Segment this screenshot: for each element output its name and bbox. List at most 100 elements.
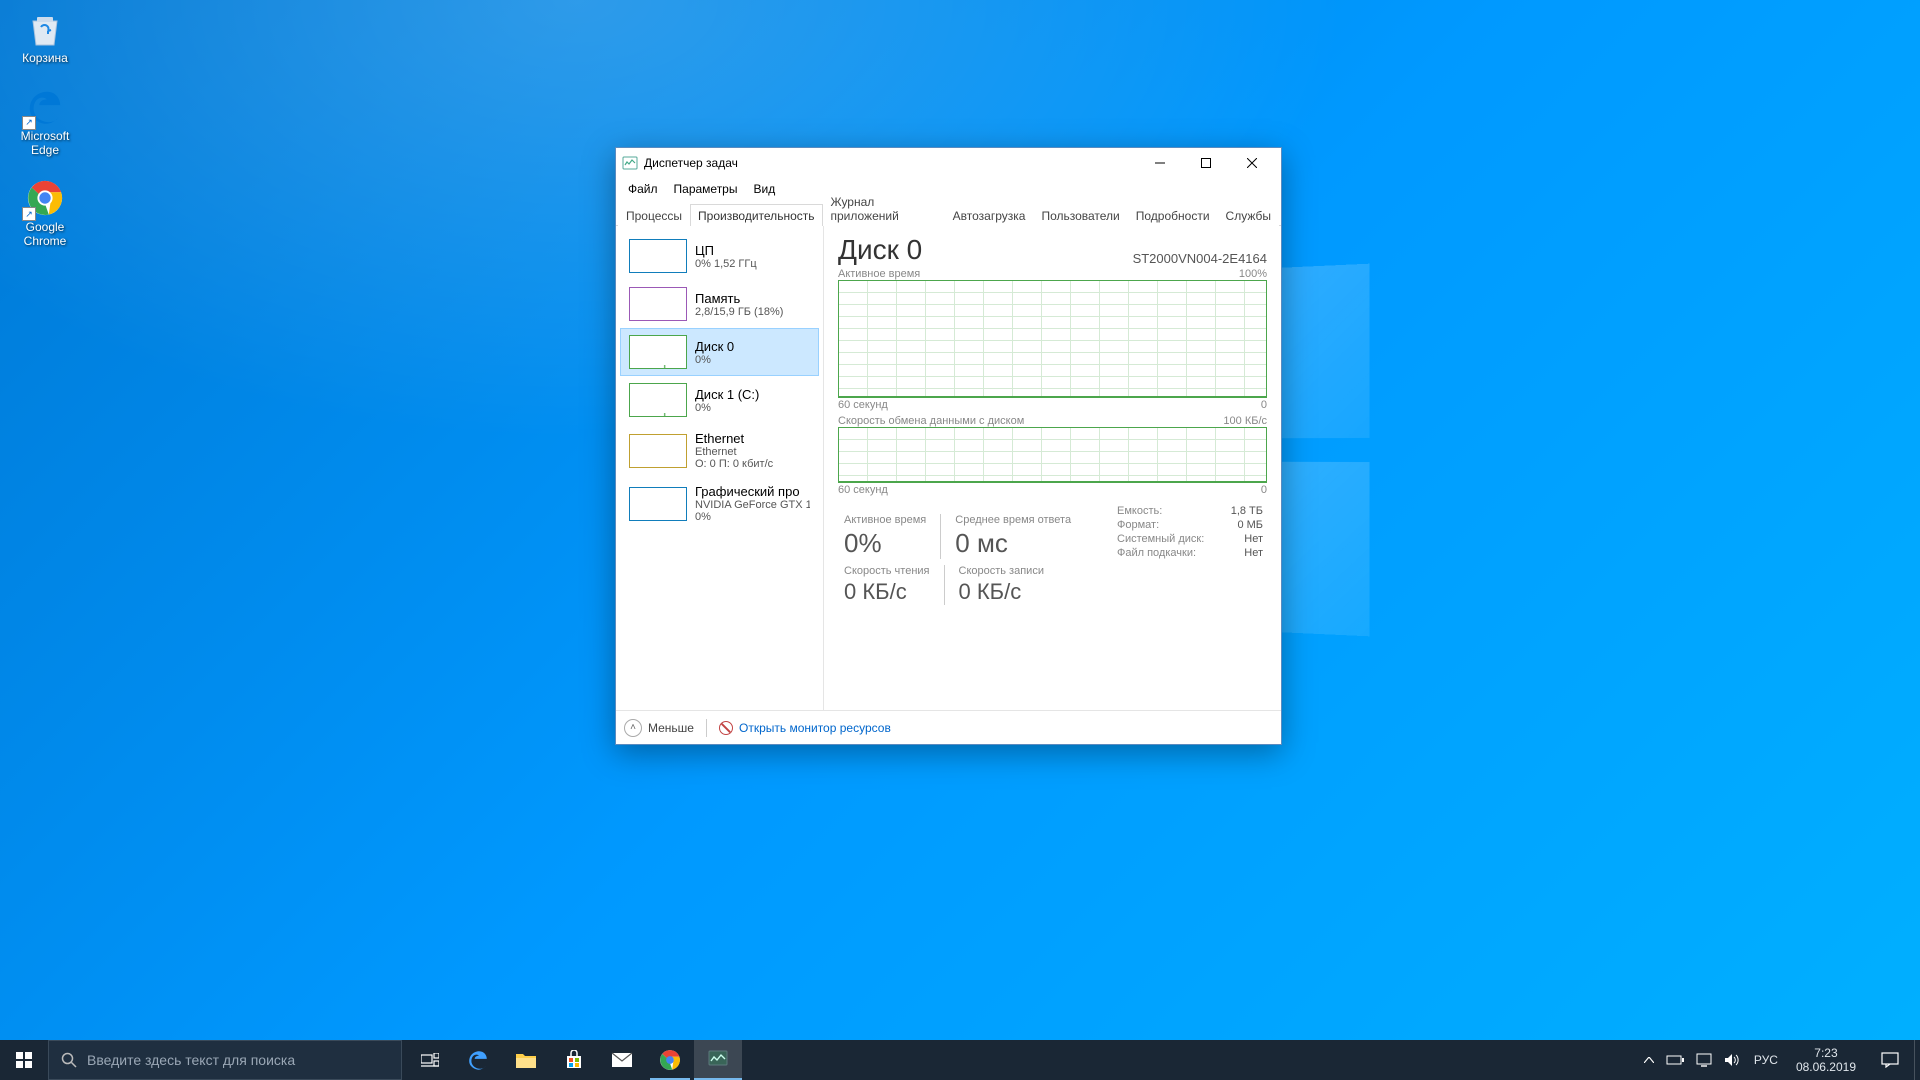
task-manager-window: Диспетчер задач Файл Параметры Вид Проце… bbox=[615, 147, 1282, 745]
spec-label: Формат: bbox=[1117, 519, 1217, 531]
tray-language[interactable]: РУС bbox=[1746, 1040, 1786, 1080]
stat-value: 0 КБ/с bbox=[844, 579, 930, 605]
disk-thumb-icon bbox=[629, 383, 687, 417]
sidebar-item-ethernet[interactable]: EthernetEthernetО: 0 П: 0 кбит/с bbox=[620, 424, 819, 477]
tab-app-history[interactable]: Журнал приложений bbox=[823, 190, 945, 226]
taskbar-task-manager[interactable] bbox=[694, 1040, 742, 1080]
disk-thumb-icon bbox=[629, 335, 687, 369]
desktop-icon-label: Корзина bbox=[22, 52, 68, 66]
menu-file[interactable]: Файл bbox=[620, 180, 666, 198]
tray-date: 08.06.2019 bbox=[1796, 1060, 1856, 1074]
chart1-xleft: 60 секунд bbox=[838, 399, 888, 411]
notification-icon bbox=[1881, 1052, 1899, 1068]
cpu-thumb-icon bbox=[629, 239, 687, 273]
tab-startup[interactable]: Автозагрузка bbox=[945, 204, 1034, 226]
search-input[interactable] bbox=[87, 1052, 389, 1068]
sidebar-item-sub2: О: 0 П: 0 кбит/с bbox=[695, 458, 773, 470]
gpu-thumb-icon bbox=[629, 487, 687, 521]
tray-datetime[interactable]: 7:2308.06.2019 bbox=[1786, 1040, 1866, 1080]
edge-icon: ↗ bbox=[24, 86, 66, 128]
stat-label: Скорость записи bbox=[959, 565, 1044, 577]
sidebar-item-sub: NVIDIA GeForce GTX 16 bbox=[695, 499, 810, 511]
spec-value: 1,8 ТБ bbox=[1225, 505, 1263, 517]
window-title: Диспетчер задач bbox=[644, 156, 1137, 170]
sidebar-item-sub: 0% bbox=[695, 354, 734, 366]
chrome-icon: ↗ bbox=[24, 177, 66, 219]
chrome-icon bbox=[659, 1049, 681, 1071]
minimize-button[interactable] bbox=[1137, 148, 1183, 178]
chevron-up-icon bbox=[1644, 1057, 1654, 1063]
performance-main-panel: Диск 0 ST2000VN004-2E4164 Активное время… bbox=[824, 226, 1281, 710]
window-titlebar[interactable]: Диспетчер задач bbox=[616, 148, 1281, 178]
desktop-icon-edge[interactable]: ↗ Microsoft Edge bbox=[8, 86, 82, 158]
sidebar-item-sub: Ethernet bbox=[695, 446, 773, 458]
sidebar-item-disk1[interactable]: Диск 1 (C:)0% bbox=[620, 376, 819, 424]
memory-thumb-icon bbox=[629, 287, 687, 321]
taskbar-edge[interactable] bbox=[454, 1040, 502, 1080]
tab-users[interactable]: Пользователи bbox=[1033, 204, 1127, 226]
task-manager-icon bbox=[708, 1050, 728, 1068]
recycle-bin-icon bbox=[24, 8, 66, 50]
resmon-icon bbox=[719, 721, 733, 735]
sidebar-item-disk0[interactable]: Диск 00% bbox=[620, 328, 819, 376]
main-title: Диск 0 bbox=[838, 234, 922, 266]
edge-icon bbox=[467, 1049, 489, 1071]
tray-volume-icon[interactable] bbox=[1718, 1040, 1746, 1080]
chart1-label: Активное время bbox=[838, 268, 920, 280]
sidebar-item-label: Память bbox=[695, 291, 783, 306]
sidebar-item-label: ЦП bbox=[695, 243, 757, 258]
spec-label: Файл подкачки: bbox=[1117, 547, 1217, 559]
maximize-button[interactable] bbox=[1183, 148, 1229, 178]
sidebar-item-sub: 0% 1,52 ГГц bbox=[695, 258, 757, 270]
taskbar-mail[interactable] bbox=[598, 1040, 646, 1080]
show-desktop-button[interactable] bbox=[1914, 1040, 1920, 1080]
desktop-icon-label: Google Chrome bbox=[8, 221, 82, 249]
sidebar-item-label: Графический про bbox=[695, 484, 810, 499]
menu-options[interactable]: Параметры bbox=[666, 180, 746, 198]
close-button[interactable] bbox=[1229, 148, 1275, 178]
spec-value: Нет bbox=[1225, 533, 1263, 545]
sidebar-item-cpu[interactable]: ЦП0% 1,52 ГГц bbox=[620, 232, 819, 280]
mail-icon bbox=[611, 1052, 633, 1068]
spec-value: 0 МБ bbox=[1225, 519, 1263, 531]
chart1-xright: 0 bbox=[1261, 399, 1267, 411]
ethernet-thumb-icon bbox=[629, 434, 687, 468]
spec-value: Нет bbox=[1225, 547, 1263, 559]
menu-view[interactable]: Вид bbox=[745, 180, 783, 198]
tab-performance[interactable]: Производительность bbox=[690, 204, 822, 226]
tray-overflow-button[interactable] bbox=[1638, 1040, 1660, 1080]
chart2-xright: 0 bbox=[1261, 484, 1267, 496]
tab-processes[interactable]: Процессы bbox=[618, 204, 690, 226]
tray-network-icon[interactable] bbox=[1690, 1040, 1718, 1080]
desktop-icons: Корзина ↗ Microsoft Edge ↗ Google Chrome bbox=[8, 8, 82, 249]
desktop-icon-chrome[interactable]: ↗ Google Chrome bbox=[8, 177, 82, 249]
store-icon bbox=[564, 1050, 584, 1070]
action-center-button[interactable] bbox=[1866, 1040, 1914, 1080]
taskbar-explorer[interactable] bbox=[502, 1040, 550, 1080]
disk-model: ST2000VN004-2E4164 bbox=[1133, 251, 1267, 266]
chevron-up-icon[interactable]: ˄ bbox=[624, 719, 642, 737]
task-view-button[interactable] bbox=[406, 1040, 454, 1080]
tray-battery-icon[interactable] bbox=[1660, 1040, 1690, 1080]
taskbar-chrome[interactable] bbox=[646, 1040, 694, 1080]
tab-details[interactable]: Подробности bbox=[1128, 204, 1218, 226]
shortcut-arrow-icon: ↗ bbox=[22, 207, 36, 221]
fewer-details-button[interactable]: Меньше bbox=[648, 721, 694, 735]
sidebar-item-gpu[interactable]: Графический проNVIDIA GeForce GTX 160% bbox=[620, 477, 819, 530]
stat-label: Среднее время ответа bbox=[955, 514, 1071, 526]
start-button[interactable] bbox=[0, 1040, 48, 1080]
chart2-max: 100 КБ/с bbox=[1223, 415, 1267, 427]
spec-label: Емкость: bbox=[1117, 505, 1217, 517]
taskbar-search[interactable] bbox=[48, 1040, 402, 1080]
sidebar-item-label: Диск 0 bbox=[695, 339, 734, 354]
sidebar-item-memory[interactable]: Память2,8/15,9 ГБ (18%) bbox=[620, 280, 819, 328]
desktop-icon-recycle-bin[interactable]: Корзина bbox=[8, 8, 82, 66]
stat-value: 0% bbox=[844, 528, 926, 559]
stat-label: Скорость чтения bbox=[844, 565, 930, 577]
taskbar-store[interactable] bbox=[550, 1040, 598, 1080]
sidebar-item-sub: 0% bbox=[695, 402, 759, 414]
windows-logo-icon bbox=[16, 1052, 32, 1068]
tab-services[interactable]: Службы bbox=[1218, 204, 1279, 226]
open-resource-monitor-link[interactable]: Открыть монитор ресурсов bbox=[739, 721, 891, 735]
stat-value: 0 КБ/с bbox=[959, 579, 1044, 605]
